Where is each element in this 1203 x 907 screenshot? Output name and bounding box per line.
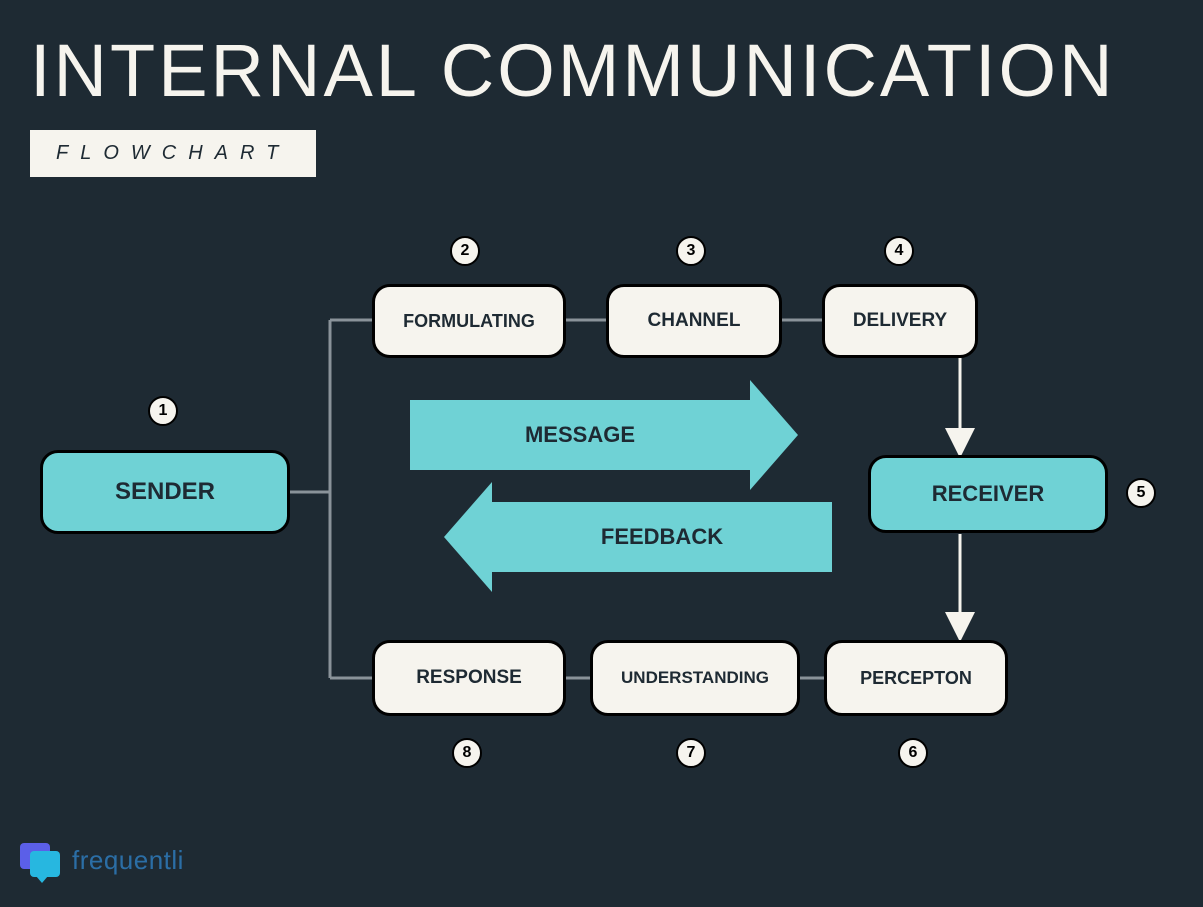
- node-receiver: RECEIVER: [868, 455, 1108, 533]
- badge-4: 4: [884, 236, 914, 266]
- node-perception-label: PERCEPTON: [860, 668, 972, 689]
- node-formulating: FORMULATING: [372, 284, 566, 358]
- node-sender-label: SENDER: [115, 478, 215, 506]
- badge-3: 3: [676, 236, 706, 266]
- badge-6: 6: [898, 738, 928, 768]
- node-channel: CHANNEL: [606, 284, 782, 358]
- node-sender: SENDER: [40, 450, 290, 534]
- node-receiver-label: RECEIVER: [932, 481, 1044, 507]
- node-delivery-label: DELIVERY: [853, 310, 947, 332]
- node-response: RESPONSE: [372, 640, 566, 716]
- badge-1: 1: [148, 396, 178, 426]
- node-formulating-label: FORMULATING: [403, 311, 535, 332]
- node-perception: PERCEPTON: [824, 640, 1008, 716]
- arrow-feedback: FEEDBACK: [492, 502, 832, 572]
- badge-2: 2: [450, 236, 480, 266]
- arrow-feedback-label: FEEDBACK: [601, 524, 723, 550]
- arrow-message: MESSAGE: [410, 400, 750, 470]
- node-understanding-label: UNDERSTANDING: [621, 668, 769, 688]
- subtitle-box: FLOWCHART: [30, 130, 316, 177]
- node-response-label: RESPONSE: [416, 667, 522, 689]
- node-delivery: DELIVERY: [822, 284, 978, 358]
- badge-8: 8: [452, 738, 482, 768]
- node-channel-label: CHANNEL: [648, 310, 741, 332]
- node-understanding: UNDERSTANDING: [590, 640, 800, 716]
- badge-5: 5: [1126, 478, 1156, 508]
- page-title: INTERNAL COMMUNICATION: [30, 28, 1116, 113]
- subtitle: FLOWCHART: [56, 142, 290, 165]
- badge-7: 7: [676, 738, 706, 768]
- brand-logo: frequentli: [20, 843, 184, 877]
- arrow-message-label: MESSAGE: [525, 422, 635, 448]
- brand-name: frequentli: [72, 845, 184, 876]
- chat-bubbles-icon: [20, 843, 62, 877]
